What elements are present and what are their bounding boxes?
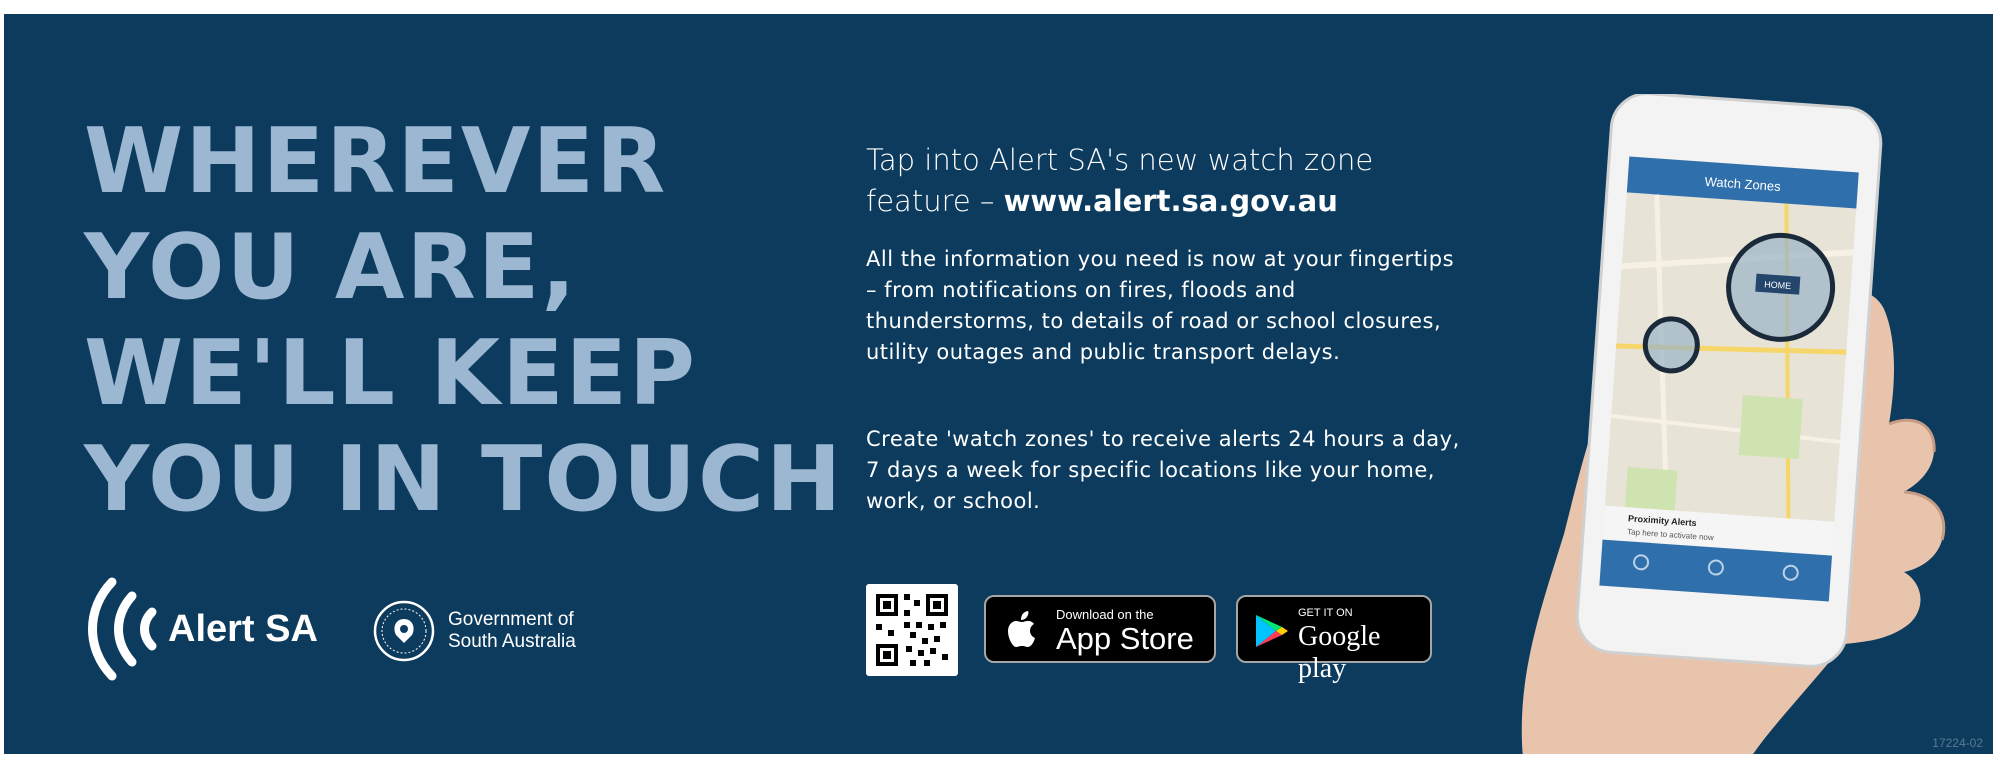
zone-label: HOME bbox=[1764, 279, 1792, 291]
phone-illustration: Watch Zones HOME Proximity Alerts Tap he… bbox=[1444, 92, 1974, 754]
body-paragraph-1: All the information you need is now at y… bbox=[866, 247, 1455, 364]
google-play-small-text: GET IT ON bbox=[1298, 607, 1353, 619]
qr-code-icon bbox=[876, 594, 948, 666]
google-play-big-text: Google play bbox=[1298, 621, 1381, 684]
government-line-1: Government of bbox=[448, 609, 574, 630]
qr-code[interactable] bbox=[866, 584, 958, 676]
google-play-badge[interactable]: GET IT ON Google play bbox=[1236, 595, 1432, 684]
headline-line-2: YOU ARE, bbox=[84, 215, 578, 320]
phone-in-hand-illustration: Watch Zones HOME Proximity Alerts Tap he… bbox=[1521, 92, 1946, 754]
app-store-badge[interactable]: Download on the App Store bbox=[984, 595, 1216, 663]
website-link[interactable]: www.alert.sa.gov.au bbox=[1004, 184, 1338, 218]
government-logo: Government of South Australia bbox=[372, 599, 576, 663]
alert-sa-name: Alert SA bbox=[168, 607, 318, 650]
government-crest-icon bbox=[373, 600, 435, 662]
signal-waves-icon bbox=[88, 577, 157, 681]
body-paragraph-2: Create 'watch zones' to receive alerts 2… bbox=[866, 427, 1460, 513]
reference-code: 17224-02 bbox=[1932, 736, 1983, 750]
government-line-2: South Australia bbox=[448, 631, 576, 652]
headline-line-1: WHEREVER bbox=[84, 109, 668, 214]
app-store-small-text: Download on the bbox=[1056, 607, 1154, 622]
apple-icon bbox=[1008, 611, 1035, 647]
alert-sa-logo: Alert SA bbox=[84, 574, 318, 684]
headline-line-3: WE'LL KEEP bbox=[84, 321, 697, 426]
intro-text: Tap into Alert SA's new watch zone featu… bbox=[866, 140, 1486, 222]
banner: WHEREVER YOU ARE, WE'LL KEEP YOU IN TOUC… bbox=[4, 14, 1993, 754]
google-play-icon bbox=[1256, 615, 1288, 647]
headline-line-4: YOU IN TOUCH bbox=[84, 427, 844, 532]
headline: WHEREVER YOU ARE, WE'LL KEEP YOU IN TOUC… bbox=[84, 109, 843, 533]
government-text: Government of South Australia bbox=[448, 609, 576, 653]
app-store-big-text: App Store bbox=[1056, 621, 1194, 656]
